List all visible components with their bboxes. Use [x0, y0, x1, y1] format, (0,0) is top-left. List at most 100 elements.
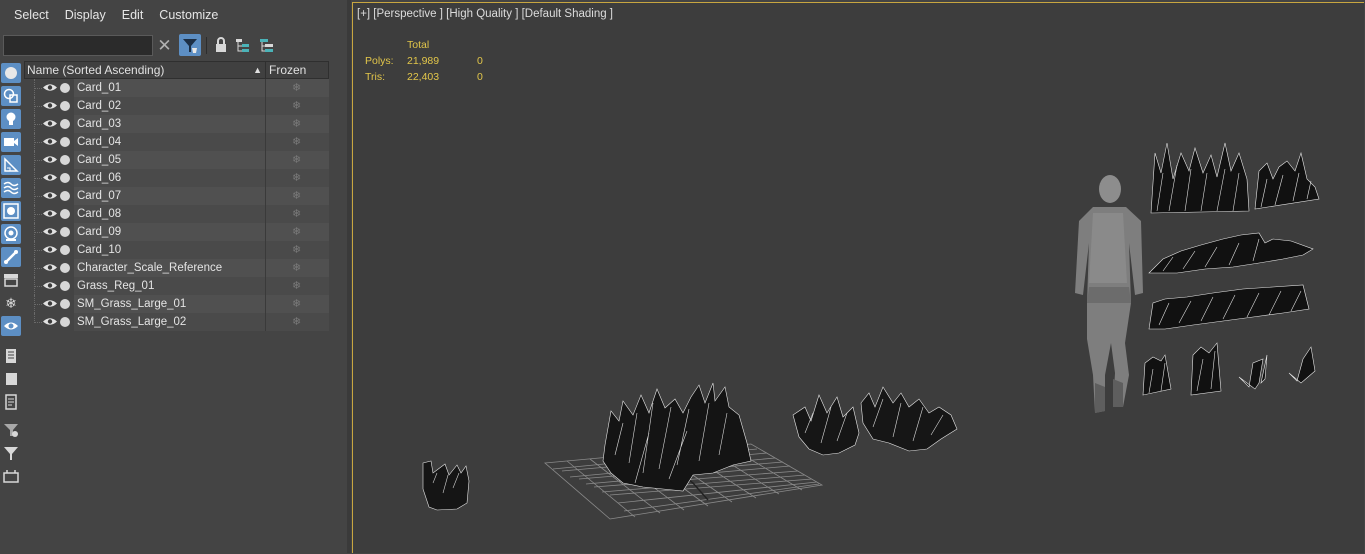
frozen-snowflake-icon[interactable]: ❄	[292, 154, 301, 166]
tree-row[interactable]: Card_10 ❄	[24, 241, 329, 259]
row-frozen-cell[interactable]: ❄	[265, 277, 329, 295]
render-dot-icon[interactable]	[60, 191, 70, 201]
panel-splitter[interactable]	[347, 0, 351, 553]
expand-icon[interactable]	[1, 466, 21, 486]
search-input[interactable]	[3, 35, 153, 56]
containers-icon[interactable]	[1, 270, 21, 290]
row-name-cell[interactable]: Card_10	[24, 241, 265, 259]
render-dot-icon[interactable]	[60, 263, 70, 273]
tree-row[interactable]: Card_01 ❄	[24, 79, 329, 97]
tree-row[interactable]: Card_03 ❄	[24, 115, 329, 133]
menu-edit[interactable]: Edit	[114, 0, 152, 30]
row-name-cell[interactable]: Card_09	[24, 223, 265, 241]
filter-icon[interactable]	[1, 443, 21, 463]
render-dot-icon[interactable]	[60, 101, 70, 111]
row-name-cell[interactable]: Card_03	[24, 115, 265, 133]
row-name-cell[interactable]: Card_04	[24, 133, 265, 151]
frozen-snowflake-icon[interactable]: ❄	[292, 298, 301, 310]
row-frozen-cell[interactable]: ❄	[265, 79, 329, 97]
render-dot-icon[interactable]	[60, 317, 70, 327]
render-dot-icon[interactable]	[60, 299, 70, 309]
hierarchy-alt-icon[interactable]	[258, 36, 276, 55]
render-dot-icon[interactable]	[60, 119, 70, 129]
frozen-snowflake-icon[interactable]: ❄	[292, 100, 301, 112]
column-header-frozen[interactable]: Frozen	[266, 62, 328, 78]
tree-row[interactable]: Character_Scale_Reference ❄	[24, 259, 329, 277]
visibility-eye-icon[interactable]	[42, 190, 58, 201]
tree-row[interactable]: Card_04 ❄	[24, 133, 329, 151]
row-frozen-cell[interactable]: ❄	[265, 133, 329, 151]
row-name-cell[interactable]: Card_08	[24, 205, 265, 223]
visibility-eye-icon[interactable]	[42, 226, 58, 237]
hidden-icon[interactable]	[1, 316, 21, 336]
select-all-icon[interactable]	[1, 369, 21, 389]
visibility-eye-icon[interactable]	[42, 298, 58, 309]
frozen-snowflake-icon[interactable]: ❄	[292, 136, 301, 148]
visibility-eye-icon[interactable]	[42, 82, 58, 93]
render-dot-icon[interactable]	[60, 209, 70, 219]
frozen-snowflake-icon[interactable]: ❄	[292, 280, 301, 292]
row-frozen-cell[interactable]: ❄	[265, 259, 329, 277]
geometry-icon[interactable]	[1, 63, 21, 83]
frozen-snowflake-icon[interactable]: ❄	[292, 172, 301, 184]
row-frozen-cell[interactable]: ❄	[265, 115, 329, 133]
tree-row[interactable]: Card_05 ❄	[24, 151, 329, 169]
visibility-eye-icon[interactable]	[42, 100, 58, 111]
render-dot-icon[interactable]	[60, 83, 70, 93]
tree-row[interactable]: Card_08 ❄	[24, 205, 329, 223]
menu-display[interactable]: Display	[57, 0, 114, 30]
visibility-eye-icon[interactable]	[42, 118, 58, 129]
frozen-snowflake-icon[interactable]: ❄	[292, 208, 301, 220]
visibility-eye-icon[interactable]	[42, 316, 58, 327]
tree-row[interactable]: Card_07 ❄	[24, 187, 329, 205]
render-dot-icon[interactable]	[60, 173, 70, 183]
row-name-cell[interactable]: Card_06	[24, 169, 265, 187]
row-frozen-cell[interactable]: ❄	[265, 151, 329, 169]
visibility-eye-icon[interactable]	[42, 154, 58, 165]
visibility-eye-icon[interactable]	[42, 262, 58, 273]
groups-icon[interactable]	[1, 201, 21, 221]
row-name-cell[interactable]: Card_05	[24, 151, 265, 169]
frozen-snowflake-icon[interactable]: ❄	[292, 82, 301, 94]
spacewarps-icon[interactable]	[1, 178, 21, 198]
menu-customize[interactable]: Customize	[151, 0, 226, 30]
visibility-eye-icon[interactable]	[42, 136, 58, 147]
row-frozen-cell[interactable]: ❄	[265, 313, 329, 331]
hierarchy-icon[interactable]	[234, 36, 252, 55]
tree-row[interactable]: Card_02 ❄	[24, 97, 329, 115]
row-frozen-cell[interactable]: ❄	[265, 295, 329, 313]
visibility-eye-icon[interactable]	[42, 172, 58, 183]
row-frozen-cell[interactable]: ❄	[265, 241, 329, 259]
render-dot-icon[interactable]	[60, 137, 70, 147]
render-dot-icon[interactable]	[60, 281, 70, 291]
row-frozen-cell[interactable]: ❄	[265, 97, 329, 115]
frozen-snowflake-icon[interactable]: ❄	[292, 262, 301, 274]
tree-row[interactable]: Card_06 ❄	[24, 169, 329, 187]
row-name-cell[interactable]: SM_Grass_Large_01	[24, 295, 265, 313]
shapes-icon[interactable]	[1, 86, 21, 106]
row-name-cell[interactable]: Card_01	[24, 79, 265, 97]
tree-row[interactable]: SM_Grass_Large_02 ❄	[24, 313, 329, 331]
cameras-icon[interactable]	[1, 132, 21, 152]
column-header-name[interactable]: Name (Sorted Ascending) ▲	[25, 62, 266, 78]
clear-icon[interactable]: ✕	[156, 36, 173, 55]
frozen-snowflake-icon[interactable]: ❄	[292, 226, 301, 238]
row-frozen-cell[interactable]: ❄	[265, 187, 329, 205]
visibility-eye-icon[interactable]	[42, 244, 58, 255]
lights-icon[interactable]	[1, 109, 21, 129]
tree-row[interactable]: Grass_Reg_01 ❄	[24, 277, 329, 295]
row-name-cell[interactable]: SM_Grass_Large_02	[24, 313, 265, 331]
filter-icon[interactable]	[179, 34, 201, 56]
bones-icon[interactable]	[1, 247, 21, 267]
row-name-cell[interactable]: Character_Scale_Reference	[24, 259, 265, 277]
row-frozen-cell[interactable]: ❄	[265, 169, 329, 187]
lock-icon[interactable]	[212, 36, 230, 55]
render-dot-icon[interactable]	[60, 155, 70, 165]
tree-row[interactable]: Card_09 ❄	[24, 223, 329, 241]
render-dot-icon[interactable]	[60, 227, 70, 237]
frozen-icon[interactable]: ❄	[1, 293, 21, 313]
row-name-cell[interactable]: Grass_Reg_01	[24, 277, 265, 295]
helpers-icon[interactable]	[1, 155, 21, 175]
render-dot-icon[interactable]	[60, 245, 70, 255]
frozen-snowflake-icon[interactable]: ❄	[292, 244, 301, 256]
